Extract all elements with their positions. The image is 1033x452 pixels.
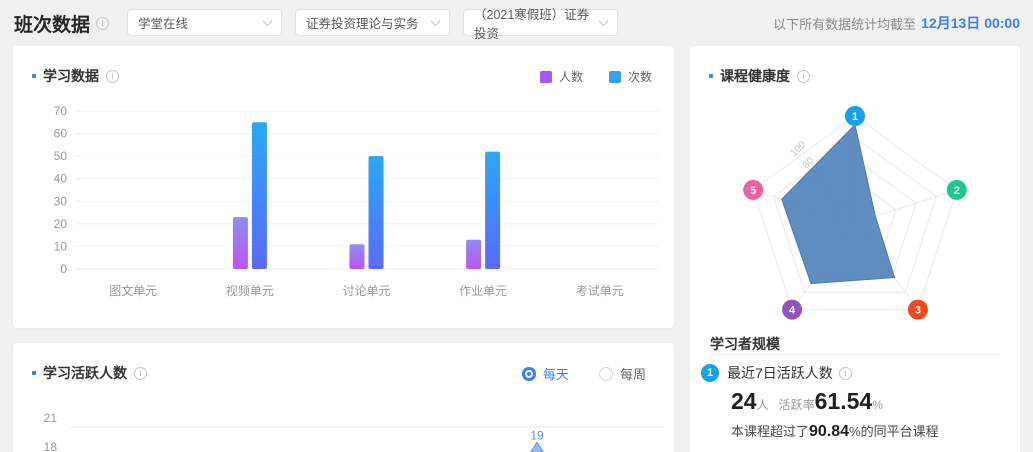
svg-text:0: 0 — [60, 262, 67, 276]
info-icon[interactable] — [134, 367, 147, 380]
svg-text:作业单元: 作业单元 — [459, 284, 507, 298]
bullet-icon — [709, 74, 713, 78]
page-title: 班次数据 — [14, 10, 109, 37]
page-title-text: 班次数据 — [14, 10, 90, 37]
compare-value: 90.84 — [809, 423, 849, 441]
legend-item-times[interactable]: 次数 — [609, 68, 652, 85]
class-select[interactable]: （2021寒假班）证券投资 — [463, 9, 618, 36]
active-7d-metric: 1 最近7日活跃人数 — [701, 363, 852, 383]
platform-compare: 本课程超过了 90.84 %的同平台课程 — [731, 421, 939, 441]
course-health-title: 课程健康度 — [720, 66, 790, 86]
course-select[interactable]: 证券投资理论与实务 — [295, 9, 450, 36]
svg-text:3: 3 — [915, 305, 921, 317]
svg-text:40: 40 — [54, 172, 68, 186]
bar-legend: 人数 次数 — [540, 68, 652, 85]
legend-people-label: 人数 — [559, 68, 583, 85]
info-icon[interactable] — [96, 17, 109, 30]
learning-bar-chart: 0 10 20 30 40 50 60 70 图文单元 视频单元 讨论单元 作业单元 考试单元 — [13, 96, 674, 306]
compare-prefix: 本课程超过了 — [731, 421, 809, 440]
chevron-down-icon — [599, 16, 609, 26]
active-7d-label-text: 最近7日活跃人数 — [727, 363, 833, 383]
radio-daily[interactable]: 每天 — [522, 364, 569, 383]
svg-text:60: 60 — [54, 127, 68, 141]
metric-badge-1: 1 — [701, 364, 719, 382]
active-learners-header: 学习活跃人数 — [32, 363, 147, 383]
active-learners-line-chart: 21 18 19 — [13, 403, 674, 452]
svg-text:10: 10 — [54, 239, 68, 253]
svg-text:100: 100 — [789, 139, 809, 159]
svg-text:5: 5 — [750, 185, 756, 197]
learning-data-panel: 学习数据 人数 次数 0 10 20 30 40 50 60 70 图文单元 视频单元 讨论单元 作业… — [13, 46, 674, 328]
cutoff-prefix: 以下所有数据统计均截至 — [773, 14, 916, 33]
course-health-radar-chart: 2040608010012345 — [690, 86, 1020, 336]
active-7d-label: 最近7日活跃人数 — [727, 363, 852, 383]
active-learners-panel: 学习活跃人数 每天 每周 21 18 19 — [13, 343, 674, 452]
data-cutoff-note: 以下所有数据统计均截至 12月13日 00:00 — [773, 13, 1020, 33]
period-radio-group: 每天 每周 — [522, 364, 646, 383]
radio-weekly-label: 每周 — [620, 364, 646, 383]
active-learners-title: 学习活跃人数 — [43, 363, 127, 383]
learning-data-header: 学习数据 — [32, 66, 119, 86]
course-select-value: 证券投资理论与实务 — [306, 13, 419, 32]
svg-text:18: 18 — [44, 440, 58, 452]
svg-text:20: 20 — [54, 217, 68, 231]
svg-text:70: 70 — [54, 104, 68, 118]
learning-data-title: 学习数据 — [43, 66, 99, 86]
cutoff-date: 12月13日 00:00 — [921, 13, 1020, 33]
svg-text:19: 19 — [530, 428, 544, 442]
divider — [710, 354, 1000, 355]
active-count-unit: 人 — [757, 396, 769, 413]
course-health-header: 课程健康度 — [709, 66, 810, 86]
chevron-down-icon — [431, 16, 441, 26]
course-health-panel: 课程健康度 2040608010012345 学习者规模 1 最近7日活跃人数 … — [690, 46, 1020, 452]
radio-daily-label: 每天 — [543, 364, 569, 383]
active-rate-unit: % — [872, 398, 883, 412]
svg-text:50: 50 — [54, 149, 68, 163]
svg-text:视频单元: 视频单元 — [226, 283, 274, 298]
legend-times-label: 次数 — [628, 68, 652, 85]
active-rate-label: 活跃率 — [779, 396, 815, 413]
class-select-value: （2021寒假班）证券投资 — [474, 4, 600, 42]
radio-weekly[interactable]: 每周 — [599, 364, 646, 383]
svg-text:1: 1 — [852, 111, 858, 123]
people-swatch-icon — [540, 71, 552, 83]
svg-text:讨论单元: 讨论单元 — [342, 284, 390, 298]
info-icon[interactable] — [797, 70, 810, 83]
active-7d-stats: 24 人 活跃率 61.54 % — [731, 388, 883, 415]
class-data-dashboard: 班次数据 学堂在线 证券投资理论与实务 （2021寒假班）证券投资 以下所有数据… — [0, 0, 1033, 452]
active-count: 24 — [731, 388, 757, 415]
bullet-icon — [32, 74, 36, 78]
bullet-icon — [32, 371, 36, 375]
active-rate: 61.54 — [815, 388, 873, 415]
info-icon[interactable] — [839, 367, 852, 380]
info-icon[interactable] — [106, 70, 119, 83]
svg-text:30: 30 — [54, 194, 68, 208]
legend-item-people[interactable]: 人数 — [540, 68, 583, 85]
svg-text:图文单元: 图文单元 — [109, 283, 157, 298]
radio-unselected-icon — [599, 367, 613, 381]
svg-text:2: 2 — [954, 185, 960, 197]
svg-text:21: 21 — [44, 411, 58, 425]
svg-text:考试单元: 考试单元 — [576, 283, 624, 298]
radio-selected-icon — [522, 367, 536, 381]
times-swatch-icon — [609, 71, 621, 83]
chevron-down-icon — [263, 16, 273, 26]
svg-text:4: 4 — [789, 305, 796, 317]
platform-select-value: 学堂在线 — [138, 13, 188, 32]
compare-suffix: %的同平台课程 — [849, 421, 939, 440]
platform-select[interactable]: 学堂在线 — [127, 9, 282, 36]
learner-scale-title: 学习者规模 — [710, 334, 780, 354]
